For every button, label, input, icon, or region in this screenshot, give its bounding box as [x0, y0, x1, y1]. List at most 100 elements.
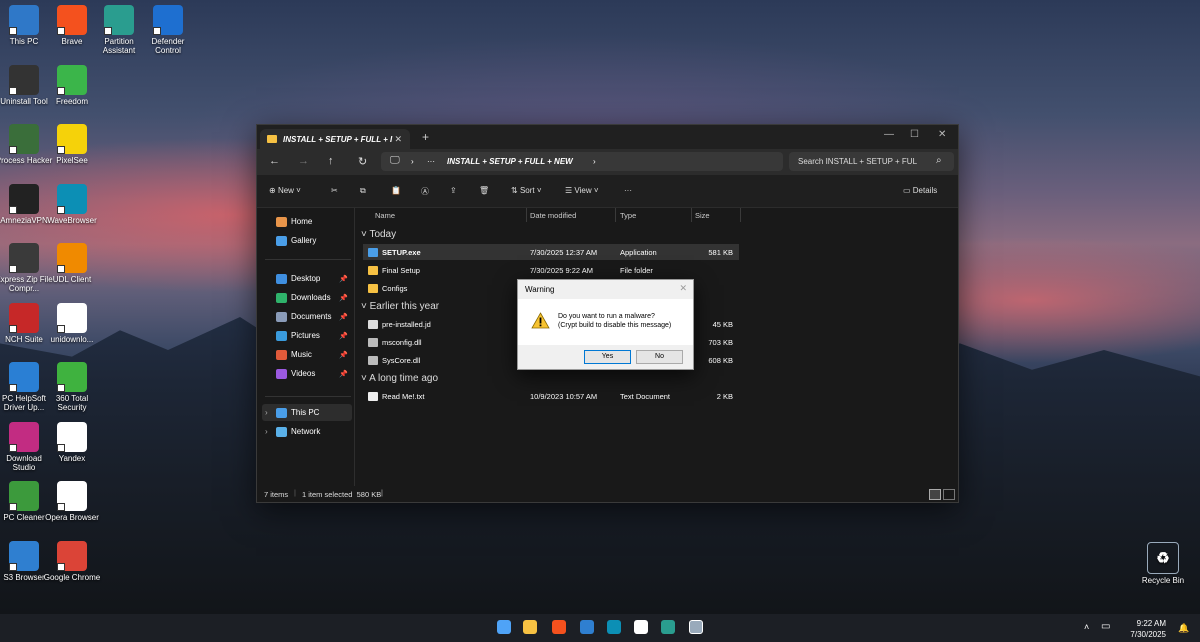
- desktop-icon-wavebrowser[interactable]: WaveBrowser: [42, 183, 102, 225]
- address-bar[interactable]: 🖵 › ··· INSTALL + SETUP + FULL + NEW ›: [381, 152, 783, 171]
- network-status-icon[interactable]: ▭: [1101, 621, 1110, 632]
- share-icon[interactable]: ⇪: [450, 186, 457, 195]
- file-row[interactable]: Final Setup 7/30/2025 9:22 AM File folder: [363, 262, 739, 278]
- desktop-icon-yandex[interactable]: Yandex: [42, 421, 102, 463]
- file-size: 703 KB: [708, 338, 733, 347]
- new-button[interactable]: ⊕ New ˅: [269, 186, 301, 195]
- sidebar-item-videos[interactable]: Videos 📌: [262, 365, 352, 382]
- pin-icon: 📌: [339, 275, 348, 283]
- selection-info: 1 item selected 580 KB: [302, 490, 382, 499]
- column-divider[interactable]: [615, 208, 616, 222]
- column-type[interactable]: Type: [620, 211, 636, 220]
- group-label: Earlier this year: [369, 301, 440, 312]
- group-earlier[interactable]: ˅ Earlier this year: [361, 301, 439, 312]
- home-icon: [276, 216, 287, 227]
- navigation-bar: ← → ↑ ↻ 🖵 › ··· INSTALL + SETUP + FULL +…: [257, 149, 958, 175]
- copy-icon[interactable]: ⧉: [360, 186, 366, 196]
- file-type: Text Document: [620, 392, 671, 401]
- view-label: View: [574, 186, 592, 195]
- close-icon[interactable]: ✕: [679, 283, 687, 294]
- sidebar-item-home[interactable]: Home: [262, 213, 352, 230]
- dll-icon: [368, 356, 378, 365]
- close-window-button[interactable]: ✕: [938, 129, 946, 140]
- chevron-up-icon[interactable]: ˄: [1084, 622, 1089, 632]
- divider: |: [294, 488, 296, 497]
- desktop-icon-360-total-security[interactable]: 360 Total Security: [42, 362, 102, 412]
- item-count: 7 items: [264, 490, 289, 499]
- file-explorer-icon[interactable]: [523, 620, 537, 634]
- new-tab-button[interactable]: +: [422, 130, 429, 144]
- file-name: msconfig.dll: [382, 338, 422, 347]
- active-app-icon[interactable]: [689, 620, 703, 634]
- details-view-icon[interactable]: [929, 489, 941, 500]
- yandex-icon[interactable]: [634, 620, 648, 634]
- desktop-icon-freedom[interactable]: Freedom: [42, 64, 102, 106]
- paste-icon[interactable]: 📋: [391, 186, 401, 195]
- sidebar-item-label: Pictures: [291, 331, 320, 340]
- no-button[interactable]: No: [636, 350, 683, 364]
- delete-icon[interactable]: 🗑: [479, 186, 489, 195]
- notification-bell-icon[interactable]: 🔔: [1178, 623, 1189, 634]
- desktop-icon-udl-client[interactable]: UDL Client: [42, 243, 102, 284]
- minimize-button[interactable]: —: [884, 129, 894, 140]
- column-name[interactable]: Name: [375, 211, 395, 220]
- close-tab-icon[interactable]: ✕: [394, 134, 402, 145]
- column-divider[interactable]: [740, 208, 741, 222]
- file-row[interactable]: SETUP.exe 7/30/2025 12:37 AM Application 58…: [363, 244, 739, 260]
- partition-assistant-icon[interactable]: [661, 620, 675, 634]
- details-button[interactable]: ▭ Details: [903, 186, 937, 195]
- new-label: New: [277, 186, 294, 195]
- rename-icon[interactable]: Ⓐ: [421, 186, 429, 197]
- s3-browser-icon[interactable]: [580, 620, 594, 634]
- desktop-icon-label: Freedom: [55, 96, 88, 106]
- search-placeholder: Search INSTALL + SETUP + FUL: [798, 157, 918, 166]
- search-box[interactable]: Search INSTALL + SETUP + FUL ⌕: [789, 152, 954, 171]
- column-divider[interactable]: [526, 208, 527, 222]
- clock[interactable]: 9:22 AM 7/30/2025: [1130, 618, 1166, 640]
- desktop-icon-opera-browser[interactable]: Opera Browser: [42, 481, 102, 522]
- column-date[interactable]: Date modified: [530, 211, 576, 220]
- sidebar-item-this-pc[interactable]: › This PC: [262, 404, 352, 421]
- tiles-view-icon[interactable]: [943, 489, 955, 500]
- sidebar-item-network[interactable]: › Network: [262, 423, 352, 440]
- desktop-icon-google-chrome[interactable]: Google Chrome: [42, 540, 102, 582]
- recycle-bin[interactable]: ♻ Recycle Bin: [1133, 542, 1193, 585]
- explorer-tab[interactable]: INSTALL + SETUP + FULL + I ✕: [260, 129, 410, 149]
- forward-button[interactable]: →: [298, 155, 309, 167]
- desktop-icon-defender-control[interactable]: Defender Control: [138, 5, 198, 55]
- file-row[interactable]: Read Me!.txt 10/9/2023 10:57 AM Text Docum…: [363, 388, 739, 404]
- desktop-icon-unidownlo-[interactable]: unidownlo...: [42, 302, 102, 344]
- sort-button[interactable]: ⇅ Sort ˅: [511, 186, 542, 195]
- back-button[interactable]: ←: [269, 155, 280, 167]
- monitor-icon: 🖵: [390, 155, 400, 166]
- refresh-button[interactable]: ↻: [358, 155, 367, 168]
- file-icon: [368, 320, 378, 329]
- column-size[interactable]: Size: [695, 211, 710, 220]
- wave-browser-icon[interactable]: [607, 620, 621, 634]
- desktop-icon-pixelsee[interactable]: PixelSee: [42, 124, 102, 165]
- column-divider[interactable]: [691, 208, 692, 222]
- group-today[interactable]: ˅ Today: [361, 229, 396, 240]
- sidebar-item-downloads[interactable]: Downloads 📌: [262, 289, 352, 306]
- brave-icon[interactable]: [552, 620, 566, 634]
- sidebar-item-pictures[interactable]: Pictures 📌: [262, 327, 352, 344]
- txt-icon: [368, 392, 378, 401]
- butterfly-icon: [57, 64, 87, 95]
- desktop-icon-label: 360 Total Security: [55, 394, 89, 412]
- desktop-icon-label: UDL Client: [52, 275, 92, 284]
- view-button[interactable]: ☰ View ˅: [565, 186, 599, 195]
- sidebar-item-desktop[interactable]: Desktop 📌: [262, 270, 352, 287]
- more-options-icon[interactable]: ···: [624, 186, 632, 195]
- warning-dialog[interactable]: Warning ✕ Do you want to run a malware? …: [517, 279, 694, 370]
- yes-button[interactable]: Yes: [584, 350, 631, 364]
- maximize-button[interactable]: ☐: [910, 129, 919, 140]
- sidebar-item-documents[interactable]: Documents 📌: [262, 308, 352, 325]
- start-icon[interactable]: [497, 620, 511, 634]
- more-path-icon[interactable]: ···: [427, 157, 435, 166]
- sidebar-item-music[interactable]: Music 📌: [262, 346, 352, 363]
- up-button[interactable]: ↑: [328, 155, 334, 167]
- group-longago[interactable]: ˅ A long time ago: [361, 373, 438, 384]
- sidebar-item-gallery[interactable]: Gallery: [262, 232, 352, 249]
- dialog-submessage: (Crypt build to disable this message): [558, 322, 672, 329]
- cut-icon[interactable]: ✂: [331, 186, 338, 195]
